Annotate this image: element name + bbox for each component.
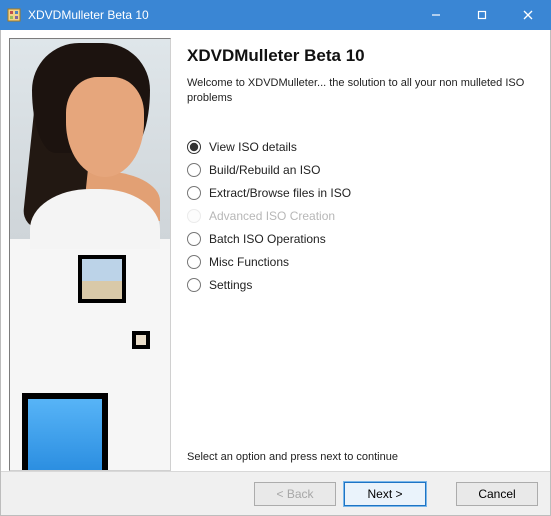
option-label: Advanced ISO Creation bbox=[209, 209, 335, 223]
minimize-button[interactable] bbox=[413, 0, 459, 30]
option-label: Extract/Browse files in ISO bbox=[209, 186, 351, 200]
option-radio[interactable] bbox=[187, 140, 201, 154]
next-button[interactable]: Next > bbox=[344, 482, 426, 506]
option-row[interactable]: Extract/Browse files in ISO bbox=[187, 186, 530, 200]
close-button[interactable] bbox=[505, 0, 551, 30]
client-area: XDVDMulleter Beta 10 Welcome to XDVDMull… bbox=[0, 30, 551, 516]
option-row[interactable]: Misc Functions bbox=[187, 255, 530, 269]
option-radio[interactable] bbox=[187, 278, 201, 292]
options-group: View ISO details Build/Rebuild an ISO Extr… bbox=[187, 140, 530, 292]
maximize-button[interactable] bbox=[459, 0, 505, 30]
content: XDVDMulleter Beta 10 Welcome to XDVDMull… bbox=[1, 30, 550, 471]
titlebar: XDVDMulleter Beta 10 bbox=[0, 0, 551, 30]
option-label: Settings bbox=[209, 278, 252, 292]
option-row: Advanced ISO Creation bbox=[187, 209, 530, 223]
window-controls bbox=[413, 0, 551, 30]
option-radio[interactable] bbox=[187, 255, 201, 269]
app-icon bbox=[6, 7, 22, 23]
option-label: View ISO details bbox=[209, 140, 297, 154]
main-panel: XDVDMulleter Beta 10 Welcome to XDVDMull… bbox=[171, 38, 540, 471]
option-row[interactable]: Settings bbox=[187, 278, 530, 292]
page-heading: XDVDMulleter Beta 10 bbox=[187, 46, 530, 66]
portrait-image bbox=[10, 39, 170, 239]
wizard-image-panel bbox=[9, 38, 171, 471]
back-button-label: < Back bbox=[276, 487, 313, 501]
option-row[interactable]: Build/Rebuild an ISO bbox=[187, 163, 530, 177]
option-radio bbox=[187, 209, 201, 223]
next-button-label: Next > bbox=[367, 487, 402, 501]
option-radio[interactable] bbox=[187, 232, 201, 246]
thumbnail-icon bbox=[78, 255, 126, 303]
cancel-button-label: Cancel bbox=[478, 487, 515, 501]
window-title: XDVDMulleter Beta 10 bbox=[28, 8, 413, 22]
blue-tile-icon bbox=[22, 393, 108, 471]
instruction-text: Select an option and press next to conti… bbox=[187, 451, 398, 463]
thumbnail-small-icon bbox=[132, 331, 150, 349]
option-radio[interactable] bbox=[187, 163, 201, 177]
welcome-text: Welcome to XDVDMulleter... the solution … bbox=[187, 76, 530, 106]
option-label: Build/Rebuild an ISO bbox=[209, 163, 320, 177]
option-row[interactable]: Batch ISO Operations bbox=[187, 232, 530, 246]
cancel-button[interactable]: Cancel bbox=[456, 482, 538, 506]
option-radio[interactable] bbox=[187, 186, 201, 200]
option-label: Batch ISO Operations bbox=[209, 232, 326, 246]
back-button: < Back bbox=[254, 482, 336, 506]
option-label: Misc Functions bbox=[209, 255, 289, 269]
option-row[interactable]: View ISO details bbox=[187, 140, 530, 154]
wizard-footer: < Back Next > Cancel bbox=[1, 471, 550, 515]
